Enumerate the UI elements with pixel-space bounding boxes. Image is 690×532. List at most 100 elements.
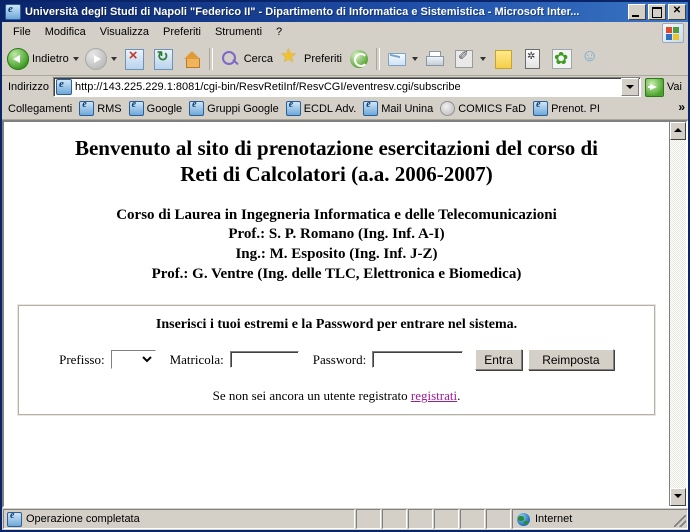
back-arrow-icon (7, 48, 29, 70)
back-button-label: Indietro (32, 53, 69, 65)
forward-button[interactable] (82, 45, 120, 73)
home-button[interactable] (178, 45, 206, 73)
login-form-row: Prefisso: Matricola: Password: Entra Rei… (25, 349, 648, 371)
link-item-comics-fad[interactable]: COMICS FaD (438, 100, 531, 117)
link-label: COMICS FaD (458, 102, 527, 115)
link-item-rms[interactable]: RMS (77, 99, 126, 117)
address-bar-label: Indirizzo (8, 81, 49, 93)
login-form-heading: Inserisci i tuoi estremi e la Password p… (155, 317, 518, 333)
menu-item-strumenti[interactable]: Strumenti (208, 24, 269, 40)
page-title: Benvenuto al sito di prenotazione eserci… (14, 135, 659, 188)
matricola-label: Matricola: (169, 351, 224, 367)
link-item-mail-unina[interactable]: Mail Unina (361, 99, 438, 117)
messenger-button[interactable] (518, 45, 547, 73)
mail-button[interactable] (383, 45, 421, 73)
course-info-line-1: Corso di Laurea in Ingegneria Informatic… (116, 206, 557, 223)
edit-dropdown-chevron-icon[interactable] (479, 57, 486, 61)
menu-item-visualizza[interactable]: Visualizza (93, 24, 156, 40)
search-icon (219, 48, 241, 70)
history-button[interactable] (345, 45, 373, 73)
menu-item-help[interactable]: ? (269, 24, 289, 40)
ie-page-icon (128, 99, 144, 116)
navigation-toolbar: Indietro Cerca Preferiti (2, 43, 688, 76)
print-button[interactable] (421, 45, 449, 73)
address-dropdown-chevron-icon[interactable] (620, 78, 639, 96)
course-info-block: Corso di Laurea in Ingegneria Informatic… (14, 206, 659, 286)
flower-plugin-button[interactable] (547, 45, 577, 73)
close-button[interactable]: ✕ (668, 4, 686, 20)
notes-button[interactable] (489, 45, 518, 73)
address-url-text: http://143.225.229.1:8081/cgi-bin/ResvRe… (74, 81, 461, 93)
link-item-google[interactable]: Google (127, 99, 187, 117)
menu-item-preferiti[interactable]: Preferiti (156, 24, 208, 40)
contacts-button[interactable] (577, 45, 605, 73)
menu-item-modifica[interactable]: Modifica (38, 24, 93, 40)
link-label: ECDL Adv. (303, 102, 357, 115)
status-cell (460, 509, 485, 529)
page-title-line-1: Benvenuto al sito di prenotazione eserci… (74, 136, 599, 160)
forward-dropdown-chevron-icon[interactable] (110, 57, 117, 61)
menu-item-file[interactable]: File (6, 24, 38, 40)
ie-page-icon (363, 99, 379, 116)
browser-viewport: Benvenuto al sito di prenotazione eserci… (2, 120, 688, 508)
back-dropdown-chevron-icon[interactable] (72, 57, 79, 61)
go-button[interactable]: Vai (641, 77, 686, 97)
status-cell (434, 509, 459, 529)
mail-icon (386, 48, 408, 70)
page-title-line-2: Reti di Calcolatori (a.a. 2006-2007) (180, 162, 493, 187)
resize-grip[interactable] (674, 515, 686, 527)
prefisso-select[interactable] (110, 350, 156, 370)
status-cell (356, 509, 381, 529)
messenger-icon (524, 49, 540, 69)
forward-arrow-icon (84, 48, 107, 70)
refresh-icon (153, 48, 173, 70)
stop-button[interactable] (120, 45, 149, 73)
grey-circle-icon (440, 101, 456, 116)
browser-window: Università degli Studi di Napoli "Federi… (0, 0, 690, 532)
matricola-input[interactable] (229, 351, 299, 369)
status-bar: Operazione completata Internet (2, 508, 688, 530)
edit-button[interactable] (449, 45, 489, 73)
link-label: RMS (97, 102, 122, 115)
link-label: Prenot. PI (551, 102, 600, 115)
ie-page-icon (285, 99, 301, 116)
window-controls: ✕ (628, 4, 686, 20)
people-icon (580, 46, 602, 70)
window-title: Università degli Studi di Napoli "Federi… (25, 6, 580, 18)
register-prompt: Se non sei ancora un utente registrato r… (25, 388, 648, 404)
search-button[interactable]: Cerca (216, 45, 276, 73)
back-button[interactable]: Indietro (4, 45, 82, 73)
links-bar-label: Collegamenti (8, 102, 73, 115)
favorites-button[interactable]: Preferiti (276, 45, 345, 73)
course-info-line-3: Ing.: M. Esposito (Ing. Inf. J-Z) (235, 246, 438, 263)
register-prompt-suffix: . (457, 388, 461, 404)
ie-application-icon (5, 3, 21, 20)
flower-icon (551, 49, 572, 69)
mail-dropdown-chevron-icon[interactable] (411, 57, 418, 61)
favorites-button-label: Preferiti (304, 53, 342, 65)
reset-button[interactable]: Reimposta (527, 349, 614, 371)
submit-button[interactable]: Entra (475, 349, 522, 371)
toolbar-separator (208, 48, 213, 70)
link-label: Google (146, 102, 183, 115)
history-icon (349, 50, 368, 68)
refresh-button[interactable] (149, 45, 178, 73)
windows-flag-logo-icon (662, 23, 684, 43)
scrollbar-track[interactable] (670, 140, 686, 488)
vertical-scrollbar[interactable] (669, 122, 686, 506)
password-input[interactable] (372, 351, 464, 369)
link-item-ecdl-adv[interactable]: ECDL Adv. (284, 99, 362, 117)
web-page: Benvenuto al sito di prenotazione eserci… (4, 122, 669, 506)
links-overflow-chevron-icon[interactable]: » (678, 100, 685, 114)
note-icon (494, 49, 512, 69)
minimize-button[interactable] (628, 4, 646, 20)
scroll-down-arrow-icon[interactable] (670, 488, 686, 506)
globe-icon (517, 512, 530, 526)
link-item-gruppi-google[interactable]: Gruppi Google (187, 99, 284, 117)
scroll-up-arrow-icon[interactable] (670, 122, 686, 140)
security-zone-panel[interactable]: Internet (512, 509, 688, 529)
link-item-prenot-pi[interactable]: Prenot. PI (531, 99, 605, 117)
register-link[interactable]: registrati (411, 388, 457, 403)
address-input[interactable]: http://143.225.229.1:8081/cgi-bin/ResvRe… (52, 77, 641, 97)
maximize-button[interactable] (648, 4, 666, 20)
